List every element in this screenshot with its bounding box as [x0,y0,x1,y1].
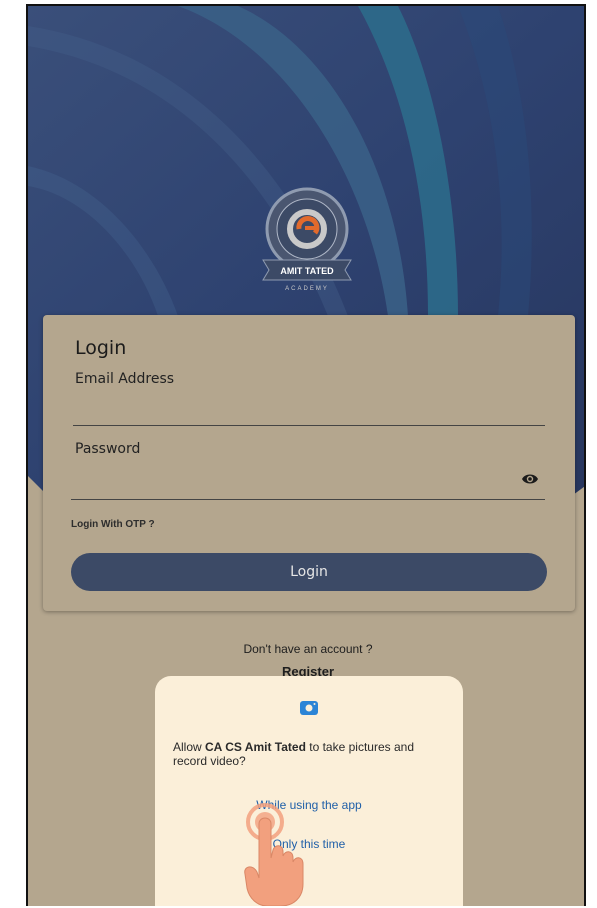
email-input[interactable] [73,399,545,426]
app-name: CA CS Amit Tated [205,740,306,754]
password-input[interactable] [71,473,545,500]
permission-message: Allow CA CS Amit Tated to take pictures … [173,740,448,768]
password-label: Password [75,441,141,457]
hand-pointer-icon [244,803,304,906]
app-screen: AMIT TATED ACADEMY Login Email Address P… [26,4,586,906]
login-with-otp-link[interactable]: Login With OTP ? [71,519,155,530]
logo-name: AMIT TATED [280,266,334,276]
message-prefix: Allow [173,740,206,754]
logo-sub: ACADEMY [285,286,329,292]
academy-logo: AMIT TATED ACADEMY [262,187,352,292]
email-label: Email Address [75,371,175,387]
camera-icon [300,701,318,715]
login-title: Login [75,337,127,359]
login-card: Login Email Address Password Login With … [43,315,575,611]
no-account-text: Don't have an account ? [243,642,373,656]
login-button[interactable]: Login [71,553,547,591]
eye-icon[interactable] [521,472,539,486]
